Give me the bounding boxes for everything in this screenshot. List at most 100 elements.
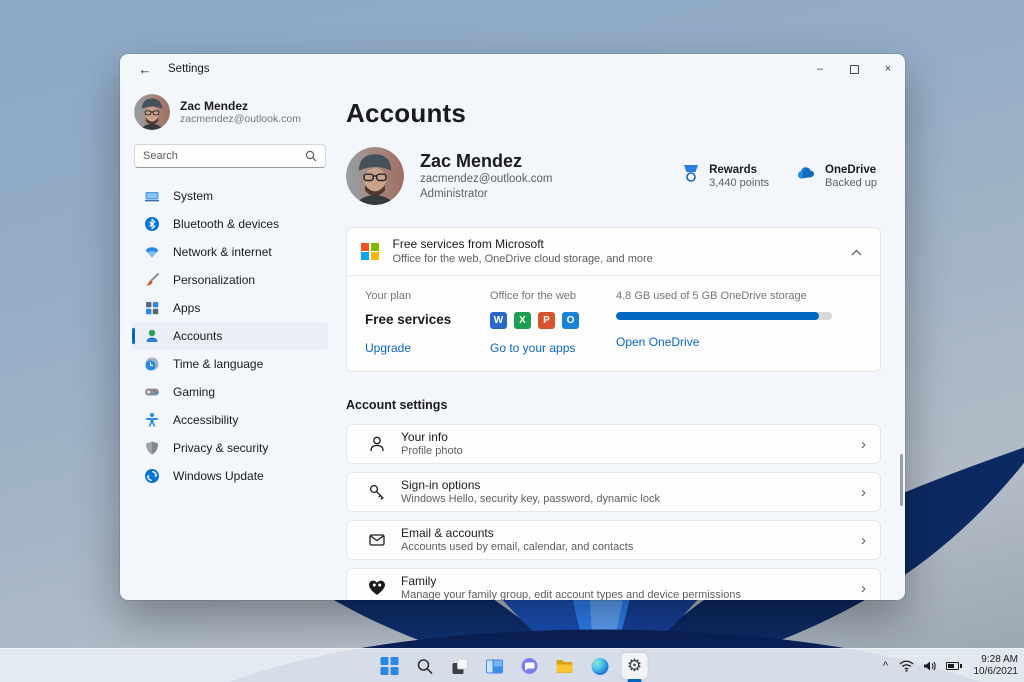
maximize-button[interactable]: [837, 54, 871, 84]
settings-gear-icon: ⚙: [626, 655, 643, 676]
promo-subtitle: Office for the web, OneDrive cloud stora…: [392, 253, 653, 265]
apps-icon: [144, 300, 160, 316]
key-icon: [367, 483, 387, 501]
powerpoint-icon: P: [538, 312, 555, 329]
search-box[interactable]: [134, 144, 326, 168]
rewards-icon: [684, 164, 699, 182]
sidebar-item-windows-update[interactable]: Windows Update: [132, 462, 328, 490]
start-button[interactable]: [377, 653, 403, 679]
titlebar: ← Settings – ×: [120, 54, 905, 84]
system-tray: ^ 9:28 AM 10/6/2021: [881, 649, 1018, 682]
row-subtitle: Windows Hello, security key, password, d…: [401, 493, 660, 505]
file-explorer-button[interactable]: [552, 653, 578, 679]
sidebar-item-privacy[interactable]: Privacy & security: [132, 434, 328, 462]
sidebar-item-accessibility[interactable]: Accessibility: [132, 406, 328, 434]
chat-button[interactable]: [517, 653, 543, 679]
plan-value: Free services: [365, 312, 452, 327]
rewards-badge[interactable]: Rewards 3,440 points: [681, 163, 769, 190]
taskbar: ⚙ ^ 9:28 AM 10/6/2021: [0, 648, 1024, 682]
main-content: Accounts Zac Mendez zacmendez@outlook.co…: [338, 84, 905, 600]
sidebar-profile[interactable]: Zac Mendez zacmendez@outlook.com: [132, 90, 328, 144]
sidebar-item-label: Apps: [173, 301, 201, 315]
page-title: Accounts: [346, 98, 467, 128]
settings-taskbar-button[interactable]: ⚙: [621, 653, 648, 682]
sidebar-item-label: Bluetooth & devices: [173, 217, 280, 231]
promo-title: Free services from Microsoft: [392, 237, 544, 251]
outlook-icon: O: [562, 312, 579, 329]
account-profile: Zac Mendez zacmendez@outlook.com Adminis…: [346, 147, 881, 205]
sign-in-options-row[interactable]: Sign-in options Windows Hello, security …: [346, 472, 881, 512]
microsoft-logo: [361, 242, 379, 261]
sidebar-item-label: Time & language: [173, 357, 264, 371]
profile-email: zacmendez@outlook.com: [420, 173, 553, 185]
rewards-title: Rewards: [709, 163, 758, 176]
family-row[interactable]: Family Manage your family group, edit ac…: [346, 568, 881, 600]
sidebar-item-time-language[interactable]: Time & language: [132, 350, 328, 378]
windows-update-icon: [144, 468, 160, 484]
network-icon: [144, 244, 160, 260]
clock[interactable]: 9:28 AM 10/6/2021: [971, 654, 1019, 678]
widgets-icon: [486, 659, 503, 673]
task-view-icon: [452, 658, 468, 674]
avatar: [346, 147, 404, 205]
sidebar-item-bluetooth[interactable]: Bluetooth & devices: [132, 210, 328, 238]
system-icon: [144, 188, 160, 204]
sidebar-item-label: Network & internet: [173, 245, 272, 259]
taskbar-search-button[interactable]: [412, 653, 438, 679]
upgrade-link[interactable]: Upgrade: [365, 341, 490, 355]
minimize-button[interactable]: –: [803, 54, 837, 84]
row-subtitle: Accounts used by email, calendar, and co…: [401, 541, 634, 553]
onedrive-title: OneDrive: [825, 163, 877, 176]
sidebar: Zac Mendez zacmendez@outlook.com System: [120, 84, 338, 600]
tray-chevron-up-icon[interactable]: ^: [881, 660, 890, 672]
chevron-up-icon[interactable]: [847, 239, 866, 265]
accounts-icon: [144, 328, 160, 344]
go-to-apps-link[interactable]: Go to your apps: [490, 341, 616, 355]
battery-icon[interactable]: [946, 662, 962, 670]
back-button[interactable]: ←: [132, 58, 158, 80]
sidebar-item-label: Gaming: [173, 385, 216, 399]
sidebar-item-label: Privacy & security: [173, 441, 269, 455]
onedrive-badge[interactable]: OneDrive Backed up: [795, 163, 877, 190]
sidebar-item-apps[interactable]: Apps: [132, 294, 328, 322]
sidebar-item-network[interactable]: Network & internet: [132, 238, 328, 266]
sidebar-item-system[interactable]: System: [132, 182, 328, 210]
onedrive-column: 4.8 GB used of 5 GB OneDrive storage Ope…: [616, 290, 862, 355]
bluetooth-icon: [144, 216, 160, 232]
accessibility-icon: [144, 412, 160, 428]
free-services-card: Free services from Microsoft Office for …: [346, 227, 881, 372]
search-icon: [417, 658, 432, 674]
row-subtitle: Manage your family group, edit account t…: [401, 589, 741, 600]
free-services-header[interactable]: Free services from Microsoft Office for …: [347, 228, 880, 275]
tray-time: 9:28 AM: [981, 654, 1018, 665]
widgets-button[interactable]: [482, 653, 508, 679]
row-title: Family: [401, 574, 437, 588]
search-icon: [305, 150, 317, 162]
task-view-button[interactable]: [447, 653, 473, 679]
window-title: Settings: [168, 63, 210, 75]
chevron-right-icon: ›: [861, 483, 866, 501]
scrollbar-thumb[interactable]: [900, 454, 903, 506]
wifi-icon[interactable]: [899, 660, 914, 672]
search-input[interactable]: [143, 150, 305, 162]
sidebar-item-label: Personalization: [173, 273, 256, 287]
email-accounts-row[interactable]: Email & accounts Accounts used by email,…: [346, 520, 881, 560]
close-button[interactable]: ×: [871, 54, 905, 84]
sidebar-item-label: Windows Update: [173, 469, 264, 483]
volume-icon[interactable]: [923, 660, 937, 672]
sidebar-item-personalization[interactable]: Personalization: [132, 266, 328, 294]
office-column: Office for the web W X P O Go to your ap…: [490, 290, 616, 355]
personalization-icon: [144, 272, 160, 288]
sidebar-item-accounts[interactable]: Accounts: [132, 322, 328, 350]
edge-button[interactable]: [587, 653, 613, 679]
sidebar-item-gaming[interactable]: Gaming: [132, 378, 328, 406]
your-info-row[interactable]: Your info Profile photo ›: [346, 424, 881, 464]
edge-icon: [591, 657, 608, 675]
profile-name: Zac Mendez: [420, 151, 523, 171]
open-onedrive-link[interactable]: Open OneDrive: [616, 335, 862, 349]
sidebar-user-name: Zac Mendez: [180, 98, 249, 113]
chevron-right-icon: ›: [861, 435, 866, 453]
row-title: Email & accounts: [401, 526, 494, 540]
onedrive-storage-fill: [616, 312, 820, 320]
office-label: Office for the web: [490, 290, 577, 302]
